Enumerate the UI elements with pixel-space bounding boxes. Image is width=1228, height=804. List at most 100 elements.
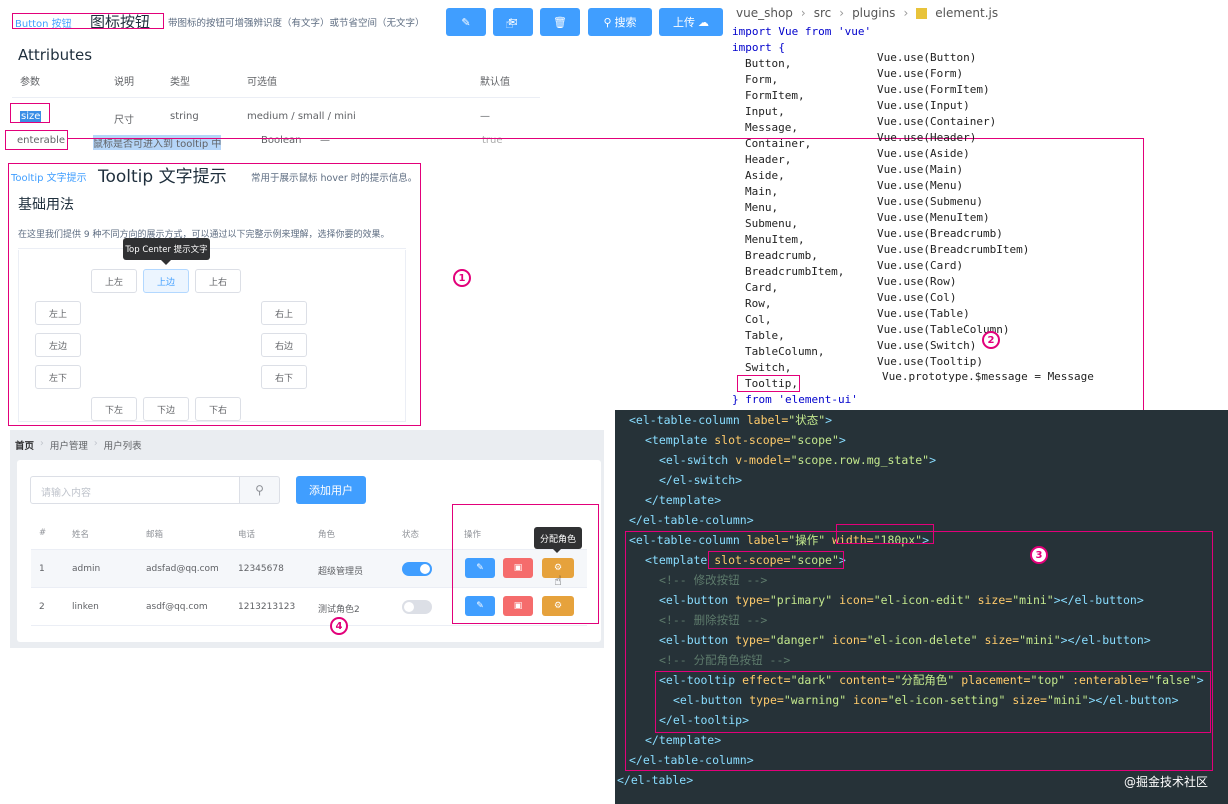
breadcrumb-separator-icon: ›	[839, 6, 845, 20]
import-item: Row,	[745, 297, 772, 310]
highlight-box	[737, 375, 800, 392]
tooltip-arrow	[553, 549, 561, 553]
import-item: FormItem,	[745, 89, 805, 102]
import-item: Message,	[745, 121, 798, 134]
table-header: 状态	[402, 530, 420, 540]
code-line: <template slot-scope="scope">	[645, 433, 846, 447]
attr-cell: string	[170, 111, 199, 122]
js-file-icon	[916, 7, 928, 19]
import-item: Aside,	[745, 169, 785, 182]
tooltip-right-end-button[interactable]: 右下	[261, 365, 307, 389]
breadcrumb-file[interactable]: element.js	[935, 6, 998, 20]
basic-usage-heading: 基础用法	[18, 197, 74, 213]
tooltip-bottom-end-button[interactable]: 下右	[195, 397, 241, 421]
breadcrumb: 首页 › 用户管理 › 用户列表	[15, 438, 142, 452]
row-index: 1	[39, 564, 45, 574]
import-item: Col,	[745, 313, 772, 326]
delete-user-button[interactable]: ▣	[503, 596, 533, 616]
table-header: #	[39, 528, 47, 538]
import-item: Container,	[745, 137, 812, 150]
import-item: BreadcrumbItem,	[745, 265, 845, 278]
code-line: <el-switch v-model="scope.row.mg_state">	[659, 453, 936, 467]
delete-icon: ▣	[513, 601, 523, 611]
delete-icon: 🗑	[553, 15, 567, 29]
use-item: Vue.use(Breadcrumb)	[877, 227, 1003, 240]
code-line: </el-switch>	[659, 473, 743, 487]
tooltip-left-button[interactable]: 左边	[35, 333, 81, 357]
state-switch-on[interactable]	[402, 562, 432, 576]
breadcrumb-separator-icon: ›	[903, 6, 909, 20]
breadcrumb-item[interactable]: plugins	[852, 6, 895, 20]
use-item: Vue.use(Switch)	[877, 339, 977, 352]
highlight-box	[12, 13, 164, 29]
tooltip-doc-link[interactable]: Tooltip 文字提示	[11, 169, 87, 184]
use-item: Vue.use(Aside)	[877, 147, 970, 160]
use-item: Vue.use(Tooltip)	[877, 355, 983, 368]
row-email: adsfad@qq.com	[146, 564, 219, 574]
attr-cell: medium / small / mini	[247, 111, 356, 122]
attr-header: 默认值	[480, 77, 510, 88]
delete-user-button[interactable]: ▣	[503, 558, 533, 578]
edit-user-button[interactable]: ✎	[465, 596, 495, 616]
attributes-title: Attributes	[18, 46, 93, 64]
row-phone: 12345678	[238, 564, 284, 574]
add-user-button[interactable]: 添加用户	[296, 476, 366, 504]
tooltip-left-start-button[interactable]: 左上	[35, 301, 81, 325]
tooltip-bottom-start-button[interactable]: 下左	[91, 397, 137, 421]
search-button[interactable]: ⚲ 搜索	[588, 8, 652, 36]
marker-badge: 3	[1030, 546, 1048, 564]
tooltip-right-button[interactable]: 右边	[261, 333, 307, 357]
import-item: MenuItem,	[745, 233, 805, 246]
marker-badge: 2	[982, 331, 1000, 349]
edit-icon-button[interactable]: ✎	[446, 8, 486, 36]
use-item: Vue.use(MenuItem)	[877, 211, 990, 224]
tooltip-right-start-button[interactable]: 右上	[261, 301, 307, 325]
breadcrumb-item: 用户管理	[49, 441, 88, 452]
search-icon-button[interactable]: ⚲	[240, 476, 280, 504]
upload-button[interactable]: 上传 ☁	[659, 8, 723, 36]
code-line: <el-table-column label="状态">	[629, 413, 833, 427]
import-item: Form,	[745, 73, 779, 86]
watermark: @掘金技术社区	[1123, 775, 1208, 789]
highlight-box	[836, 524, 934, 544]
attr-cell: 尺寸	[114, 115, 134, 126]
tooltip-doc-desc: 常用于展示鼠标 hover 时的提示信息。	[251, 173, 418, 184]
attr-cell: —	[320, 135, 330, 146]
table-header: 姓名	[72, 530, 90, 540]
use-item: Vue.use(Button)	[877, 51, 977, 64]
import-item: Table,	[745, 329, 785, 342]
code-line: </template>	[645, 493, 722, 507]
assign-role-button[interactable]: ⚙	[542, 596, 574, 616]
delete-icon-button[interactable]: 🗑	[540, 8, 580, 36]
marker-badge: 4	[330, 617, 348, 635]
tooltip-top-button[interactable]: 上边	[143, 269, 189, 293]
breadcrumb-home[interactable]: 首页	[15, 438, 34, 452]
editor-breadcrumb: vue_shop › src › plugins › element.js	[736, 6, 998, 20]
breadcrumb-separator-icon: ›	[800, 6, 806, 20]
breadcrumb-item[interactable]: src	[814, 6, 832, 20]
edit-user-button[interactable]: ✎	[465, 558, 495, 578]
tooltip-top-end-button[interactable]: 上右	[195, 269, 241, 293]
row-name: admin	[72, 564, 101, 574]
tooltip-bottom-button[interactable]: 下边	[143, 397, 189, 421]
tooltip-top-start-button[interactable]: 上左	[91, 269, 137, 293]
highlight-box	[708, 551, 844, 569]
import-item: TableColumn,	[745, 345, 825, 358]
row-role: 超级管理员	[318, 567, 364, 577]
import-item: Breadcrumb,	[745, 249, 818, 262]
use-item: Vue.use(Main)	[877, 163, 964, 176]
search-input[interactable]: 请输入内容	[30, 476, 240, 504]
button-doc-desc: 带图标的按钮可增强辨识度（有文字）或节省空间（无文字）	[168, 18, 425, 29]
setting-icon: ⚙	[553, 601, 563, 611]
tooltip-arrow	[161, 260, 171, 265]
state-switch-off[interactable]	[402, 600, 432, 614]
breadcrumb-separator-icon: ›	[40, 438, 44, 449]
use-item: Vue.use(Submenu)	[877, 195, 983, 208]
attr-header: 类型	[170, 77, 190, 88]
breadcrumb-item[interactable]: vue_shop	[736, 6, 793, 20]
table-header: 电话	[238, 530, 256, 540]
cursor-hand-icon: ☝	[554, 574, 562, 589]
delete-icon: ▣	[513, 563, 523, 573]
tooltip-left-end-button[interactable]: 左下	[35, 365, 81, 389]
attr-cell: Boolean	[261, 135, 302, 146]
